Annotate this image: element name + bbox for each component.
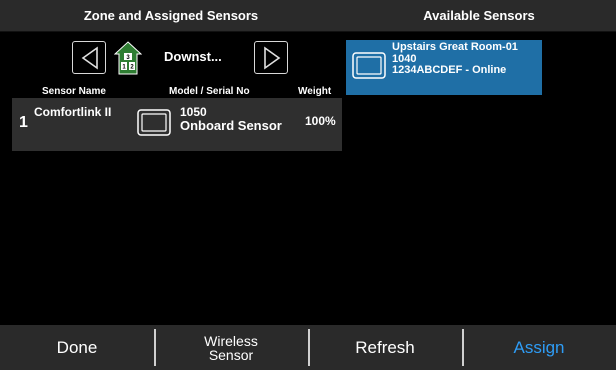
sensor-weight: 100% [305, 114, 336, 128]
sensor-name: Comfortlink II [34, 105, 112, 119]
available-sensor-card[interactable]: Upstairs Great Room-01 1040 1234ABCDEF -… [346, 40, 542, 95]
triangle-right-icon [264, 46, 281, 70]
sensor-number: 1 [19, 114, 28, 131]
triangle-left-icon [81, 46, 98, 70]
sensor-serial: Onboard Sensor [180, 118, 282, 133]
next-zone-button[interactable] [254, 41, 288, 74]
wireless-sensor-label-line2: Sensor [208, 346, 254, 363]
house-icon: 3 1 2 [114, 41, 142, 75]
previous-zone-button[interactable] [72, 41, 106, 74]
wireless-sensor-label-line1: Wireless [204, 332, 258, 349]
column-header-model: Model / Serial No [169, 86, 250, 97]
column-header-weight: Weight [298, 86, 332, 97]
done-button[interactable]: Done [0, 325, 154, 370]
assigned-sensors-header: Zone and Assigned Sensors [0, 0, 342, 32]
column-header-sensor-name: Sensor Name [42, 86, 106, 97]
wireless-sensor-button[interactable]: Wireless Sensor [154, 325, 308, 370]
refresh-button[interactable]: Refresh [308, 325, 462, 370]
assign-button[interactable]: Assign [462, 325, 616, 370]
thermostat-icon [352, 52, 386, 79]
zone-name: Downst... [164, 49, 222, 64]
available-sensor-name: Upstairs Great Room-01 [392, 41, 518, 53]
assigned-sensor-row[interactable]: 1 Comfortlink II 1050 Onboard Sensor 100… [12, 98, 342, 151]
footer-toolbar: Done Wireless Sensor Refresh Assign [0, 325, 616, 370]
available-sensor-status: 1234ABCDEF - Online [392, 64, 507, 76]
thermostat-icon [137, 109, 171, 136]
available-sensors-header: Available Sensors [342, 0, 616, 32]
